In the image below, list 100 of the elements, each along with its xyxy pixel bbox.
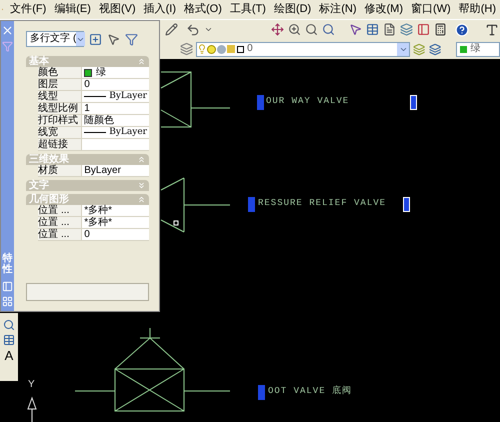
menu-item[interactable]: 插入(I) (140, 1, 180, 18)
ucs-axis-label: Y (28, 380, 35, 390)
expand-icon (137, 181, 146, 190)
menu-item[interactable]: 编辑(E) (50, 1, 95, 18)
property-value: 0 (84, 230, 90, 240)
object-type-combo[interactable]: 多行文字 ( (26, 31, 84, 47)
property-value: *多种* (84, 206, 112, 216)
layer-name: 0 (247, 44, 254, 54)
properties-icon[interactable] (349, 23, 362, 36)
valve-symbol (160, 72, 230, 128)
menu-item[interactable]: 修改(M) (360, 1, 407, 18)
menu-item[interactable]: 帮助(H) (454, 1, 500, 18)
help-icon[interactable] (455, 22, 469, 36)
menu-item[interactable]: 文件(F) (6, 1, 50, 18)
value-cell[interactable]: 随颜色 (82, 115, 149, 127)
pencil-icon[interactable] (165, 23, 178, 36)
property-label: 线宽 (38, 127, 82, 139)
property-value: ByLayer (109, 128, 147, 137)
caret-icon[interactable] (204, 25, 213, 34)
layer-state-icon[interactable] (428, 42, 441, 56)
auto-hide-icon[interactable] (2, 281, 14, 292)
line-sample-icon (84, 96, 106, 97)
drawing-text: OOT VALVE 底阀 (268, 387, 352, 396)
pan-icon[interactable] (271, 23, 284, 36)
property-label: 超链接 (38, 139, 82, 151)
property-value: ByLayer (109, 92, 147, 101)
layers-icon[interactable] (180, 42, 194, 56)
value-cell[interactable] (82, 139, 149, 151)
menu-item[interactable]: 标注(N) (315, 1, 360, 18)
select-objects-icon[interactable] (107, 32, 120, 46)
drawing-text: RESSURE RELIEF VALVE (258, 199, 386, 208)
menu-item[interactable]: 工具(T) (226, 1, 270, 18)
value-cell[interactable]: *多种* (82, 217, 149, 229)
table-icon[interactable] (3, 334, 15, 346)
section-title: 文字 (29, 180, 50, 190)
dimension-icon[interactable] (3, 319, 15, 331)
lightbulb-icon (197, 44, 208, 54)
sheet-icon[interactable] (400, 23, 413, 36)
color-value: 绿 (470, 44, 480, 54)
section-title: 基本 (29, 56, 50, 66)
zoom-in-icon[interactable] (288, 23, 301, 36)
close-icon[interactable] (1, 24, 14, 37)
grip-handle[interactable] (258, 385, 265, 400)
undo-icon[interactable] (186, 22, 200, 36)
menu-item[interactable]: 视图(V) (94, 1, 140, 18)
collapse-icon (137, 195, 146, 204)
value-cell[interactable]: *多种* (82, 205, 149, 217)
menu-item[interactable]: 窗口(W) (407, 1, 455, 18)
text-style-icon[interactable] (485, 22, 499, 36)
filter-icon[interactable] (125, 32, 138, 46)
property-label: 线型比例 (38, 103, 82, 115)
object-type-value: 多行文字 ( (30, 34, 76, 44)
dropdown-button[interactable] (76, 32, 86, 46)
value-cell[interactable]: 0 (82, 229, 149, 241)
drawing-text: OUR WAY VALVE (266, 97, 350, 106)
dropdown-button[interactable] (397, 42, 410, 56)
value-cell[interactable]: 0 (82, 79, 149, 91)
section-title: 三维效果 (29, 154, 70, 164)
grip-handle[interactable] (403, 197, 410, 212)
collapse-icon (137, 57, 146, 66)
property-label: 材质 (38, 165, 82, 177)
property-value: 1 (84, 104, 90, 114)
layer-combo[interactable]: 0 (196, 42, 410, 56)
grip-handle[interactable] (257, 95, 264, 110)
color-swatch-icon (237, 46, 244, 52)
menu-item[interactable]: 格式(O) (180, 1, 226, 18)
palette-menu-icon[interactable] (2, 296, 14, 307)
property-value: 0 (84, 80, 90, 90)
valve-symbol (160, 178, 230, 232)
property-label: 位置 ... (38, 205, 82, 217)
value-cell[interactable]: 1 (82, 103, 149, 115)
text-tool-button[interactable]: A (4, 349, 14, 362)
value-cell[interactable]: ByLayer (82, 91, 149, 103)
property-value: 绿 (96, 68, 106, 78)
property-label: 位置 ... (38, 217, 82, 229)
value-cell[interactable]: ByLayer (82, 127, 149, 139)
line-sample-icon (84, 132, 106, 133)
property-value: ByLayer (84, 166, 121, 176)
value-cell[interactable]: ByLayer (82, 165, 149, 177)
value-cell[interactable]: 绿 (82, 67, 149, 79)
grip-handle[interactable] (410, 95, 417, 110)
grid-icon[interactable] (366, 23, 379, 36)
grip-square (174, 220, 178, 226)
calculator-icon[interactable] (434, 23, 447, 36)
ucs-axis-arrow (27, 398, 36, 422)
palette-title: 特性 (2, 253, 13, 275)
markup-icon[interactable] (417, 23, 430, 36)
zoom-icon[interactable] (305, 23, 318, 36)
collapse-icon (137, 155, 146, 164)
property-label: 图层 (38, 79, 82, 91)
zoom-previous-icon[interactable] (322, 23, 335, 36)
grip-handle[interactable] (248, 197, 255, 212)
property-label: 位置 ... (38, 229, 82, 241)
property-label: 打印样式 (38, 115, 82, 127)
property-label: 颜色 (38, 67, 82, 79)
property-value: 随颜色 (84, 116, 114, 126)
color-combo[interactable]: 绿 (456, 42, 500, 56)
document-icon[interactable] (383, 23, 396, 36)
menu-item[interactable]: 绘图(D) (270, 1, 316, 18)
quick-select-icon[interactable] (89, 32, 102, 46)
